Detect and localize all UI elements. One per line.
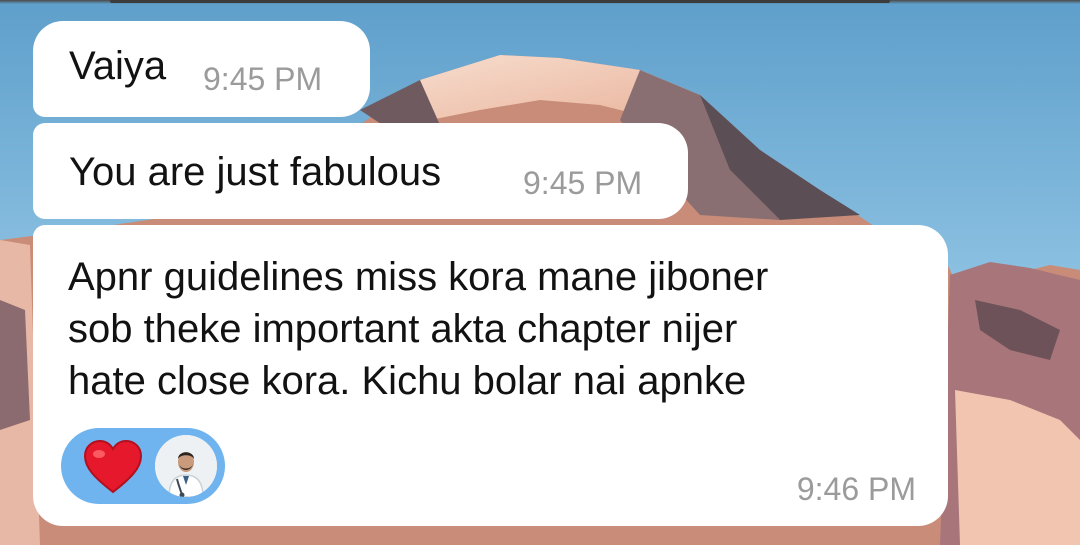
message-text: Vaiya [69,44,167,88]
message-timestamp: 9:46 PM [796,471,916,507]
reaction-chip[interactable] [61,428,225,504]
previous-bubble-edge [110,0,890,3]
reactor-avatar[interactable] [155,435,217,497]
user-avatar-icon [155,435,217,497]
message-bubble[interactable]: Vaiya 9:45 PM [33,21,370,117]
message-text: Apnr guidelines miss kora mane jiboner s… [68,255,769,403]
message-text: You are just fabulous [69,150,442,194]
message-timestamp: 9:45 PM [203,61,323,97]
message-timestamp: 9:45 PM [523,165,643,201]
message-bubble[interactable]: You are just fabulous 9:45 PM [33,123,688,219]
message-bubble[interactable]: Apnr guidelines miss kora mane jiboner s… [33,225,948,526]
heart-icon [83,440,143,494]
